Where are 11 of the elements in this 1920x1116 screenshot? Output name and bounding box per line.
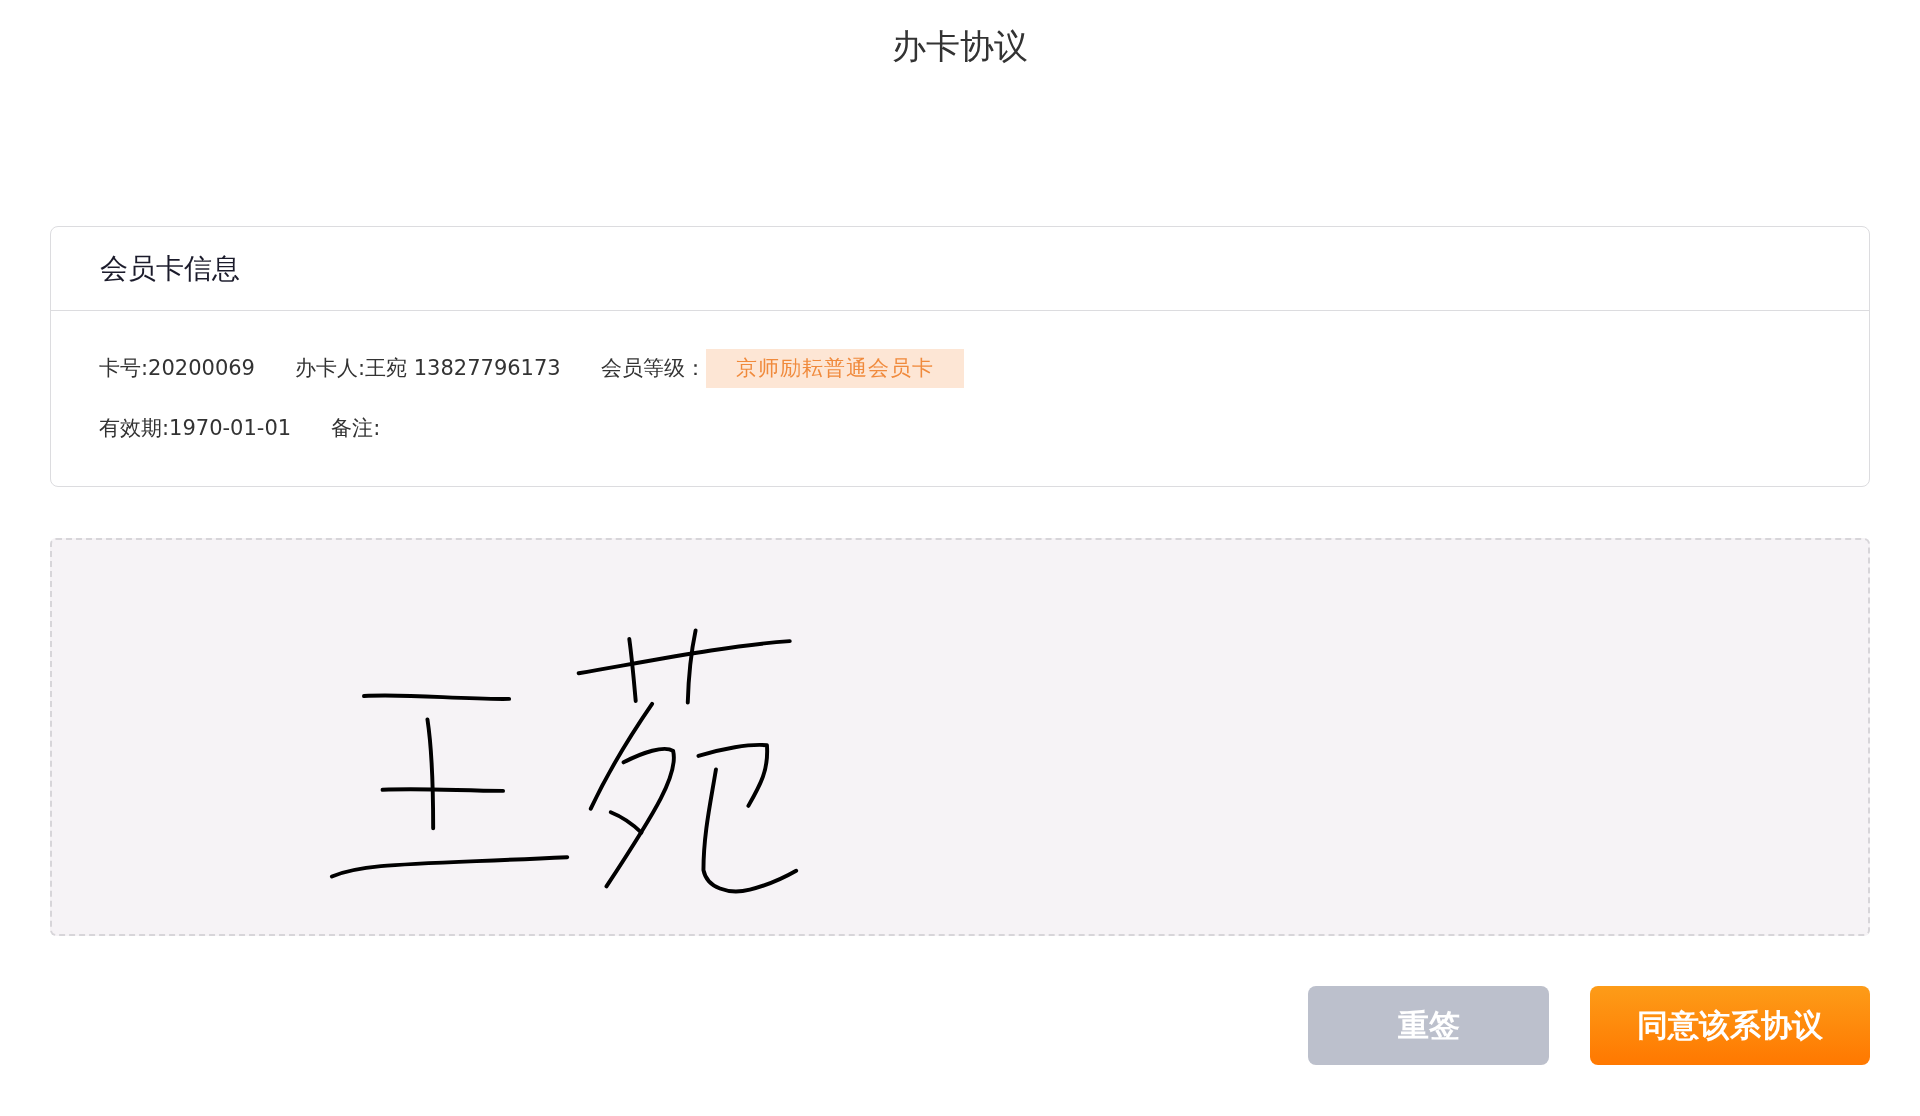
section-title: 会员卡信息 bbox=[100, 250, 240, 287]
field-label: 会员等级： bbox=[600, 354, 706, 382]
agree-button[interactable]: 同意该系协议 bbox=[1590, 985, 1870, 1065]
info-text: 备注: bbox=[331, 415, 381, 442]
signature-pad[interactable] bbox=[50, 537, 1870, 936]
resign-button[interactable]: 重签 bbox=[1308, 985, 1549, 1065]
page-title: 办卡协议 bbox=[892, 25, 1028, 67]
info-text: 有效期:1970-01-01 bbox=[99, 415, 292, 442]
level-tag: 京师励耘普通会员卡 bbox=[705, 349, 964, 388]
info-text: 卡号:20200069 bbox=[99, 354, 255, 382]
info-text: 办卡人:王宛 13827796173 bbox=[294, 354, 561, 382]
